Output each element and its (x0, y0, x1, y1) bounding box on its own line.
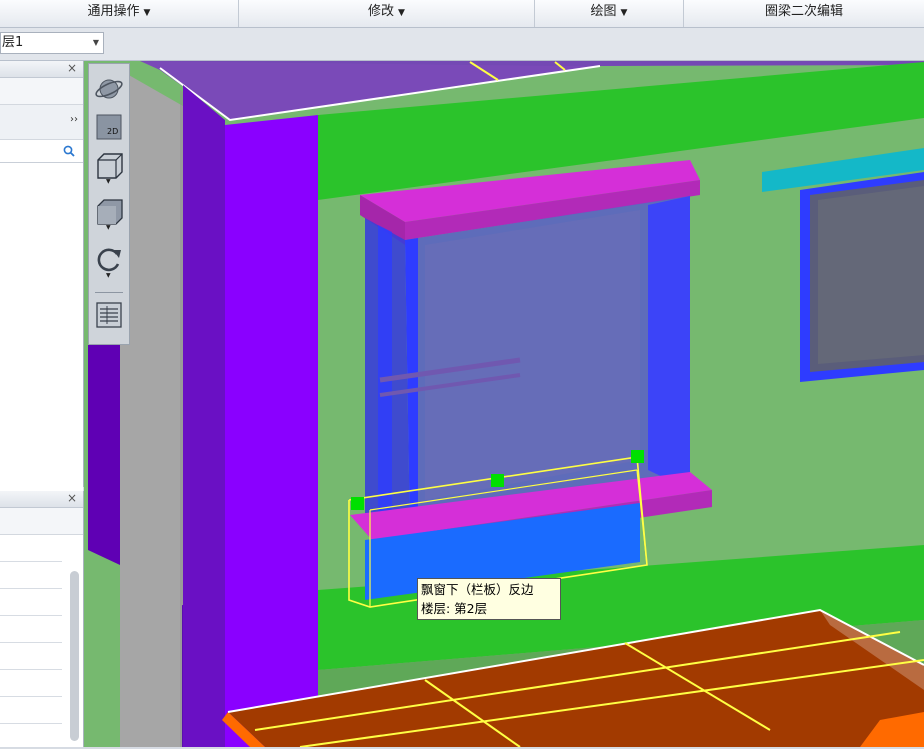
secondary-toolbar: 层1 ▼ (0, 28, 924, 61)
chevron-down-icon[interactable]: ▼ (93, 33, 99, 53)
floor-select[interactable]: 层1 ▼ (0, 32, 104, 54)
chevron-down-icon: ▼ (143, 8, 151, 18)
panel-title-bar: × (0, 491, 83, 508)
property-row[interactable] (0, 724, 62, 749)
chevron-down-icon: ▼ (398, 8, 405, 18)
floor-select-value: 层1 (2, 35, 24, 50)
ribbon-group-draw-label: 绘图 (590, 4, 617, 19)
property-grid (0, 535, 83, 749)
ribbon-bar: 通用操作 ▼ 修改 ▼ 绘图 ▼ 圈梁二次编辑 (0, 0, 924, 28)
tooltip-floor: 楼层: 第2层 (421, 601, 488, 616)
orbit-icon (95, 79, 123, 99)
2d-view-label: 2D (107, 127, 119, 136)
ribbon-group-modify[interactable]: 修改 ▼ (239, 0, 535, 27)
scrollbar[interactable] (70, 571, 79, 741)
property-row[interactable] (0, 562, 62, 589)
rotate-button[interactable]: ▼ (94, 244, 124, 279)
chevron-down-icon: ▼ (620, 8, 628, 18)
2d-view-button[interactable]: 2D (94, 112, 124, 142)
chevron-down-icon[interactable]: ▼ (106, 178, 111, 185)
3d-box-icon (97, 153, 123, 179)
chevron-down-icon[interactable]: ▼ (106, 272, 111, 279)
building-3d-scene[interactable] (84, 61, 924, 747)
property-row[interactable] (0, 670, 62, 697)
toolbar-divider (95, 292, 123, 293)
ribbon-group-ringbeam-label: 圈梁二次编辑 (764, 4, 843, 19)
panel-header-row (0, 78, 83, 105)
property-row[interactable] (0, 589, 62, 616)
expand-arrow-icon[interactable]: ›› (70, 114, 78, 125)
ribbon-group-draw[interactable]: 绘图 ▼ (535, 0, 684, 27)
layer-list-button[interactable] (94, 300, 124, 330)
panel-search-box[interactable] (0, 140, 83, 163)
panel-title-bar: × (0, 61, 83, 78)
left-panel-top: × ›› (0, 61, 84, 503)
property-row[interactable] (0, 697, 62, 724)
property-row[interactable] (0, 643, 62, 670)
close-icon[interactable]: × (67, 491, 77, 506)
hover-tooltip: 飘窗下（栏板）反边 楼层: 第2层 (417, 578, 561, 620)
ribbon-group-ringbeam-edit[interactable]: 圈梁二次编辑 (684, 0, 924, 27)
close-icon[interactable]: × (67, 61, 77, 76)
ribbon-group-general-label: 通用操作 (87, 4, 140, 19)
property-row[interactable] (0, 616, 62, 643)
layer-list-icon (96, 302, 122, 328)
panel-tree-area (0, 163, 83, 503)
orbit-button[interactable] (94, 74, 124, 104)
search-icon[interactable] (63, 145, 75, 157)
solid-box-icon (97, 199, 123, 225)
tooltip-component-name: 飘窗下（栏板）反边 (421, 582, 534, 597)
chevron-down-icon[interactable]: ▼ (106, 224, 111, 231)
panel-toolbar-row: ›› (0, 105, 83, 140)
left-panel-bottom: × (0, 491, 84, 749)
property-row[interactable] (0, 535, 62, 562)
panel-header-row (0, 508, 83, 535)
ribbon-group-modify-label: 修改 (368, 4, 395, 19)
3d-viewport[interactable] (84, 61, 924, 747)
view-toolbar: 2D ▼ ▼ ▼ (88, 63, 130, 345)
rotate-icon (97, 248, 121, 272)
ribbon-group-general[interactable]: 通用操作 ▼ (0, 0, 239, 27)
solid-view-button[interactable]: ▼ (94, 196, 124, 231)
3d-wireframe-button[interactable]: ▼ (94, 150, 124, 185)
